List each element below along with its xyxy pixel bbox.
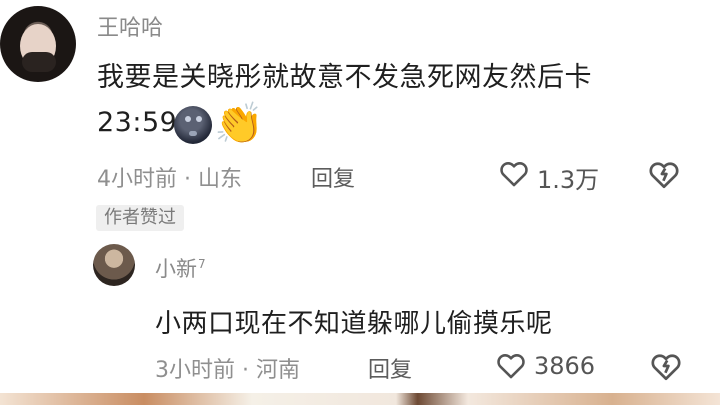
reply-reply-button[interactable]: 回复 — [368, 352, 412, 384]
reply-text: 小两口现在不知道躲哪儿偷摸乐呢 — [155, 309, 553, 339]
reply-dislike-icon[interactable] — [648, 348, 684, 384]
avatar[interactable] — [0, 6, 76, 82]
reply-username-text: 小新 — [155, 257, 197, 281]
reply-username[interactable]: 小新7 — [155, 253, 206, 283]
comment-username[interactable]: 王哈哈 — [97, 10, 163, 42]
reply-button[interactable]: 回复 — [311, 161, 355, 193]
comment-text-line2: 23:59 — [97, 107, 178, 138]
heart-icon[interactable] — [497, 156, 531, 190]
comment-meta: 4小时前 · 山东 — [97, 167, 242, 192]
new-moon-face-icon — [174, 106, 212, 144]
author-liked-badge: 作者赞过 — [96, 205, 184, 231]
reply-meta: 3小时前 · 河南 — [155, 358, 300, 383]
clapping-hands-icon: 👏 — [214, 101, 264, 147]
comment-text-line1: 我要是关晓彤就故意不发急死网友然后卡 — [97, 62, 592, 93]
next-content-preview — [0, 393, 720, 405]
dislike-icon[interactable] — [646, 156, 682, 192]
reply-avatar[interactable] — [93, 244, 135, 286]
avatar-hand — [22, 52, 56, 72]
reply-username-sup: 7 — [198, 257, 206, 271]
reply-heart-icon[interactable] — [494, 348, 528, 382]
like-count: 1.3万 — [537, 166, 600, 194]
reply-like-count: 3866 — [534, 352, 596, 380]
